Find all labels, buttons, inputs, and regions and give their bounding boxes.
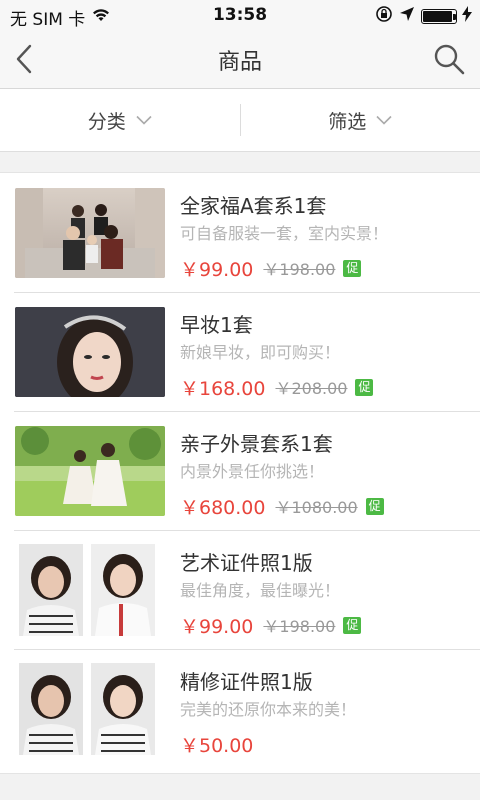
id-photo <box>91 544 155 636</box>
product-old-price: ￥1080.00 <box>275 498 358 517</box>
product-desc: 内景外景任你挑选！ <box>180 462 325 481</box>
product-image-outdoor <box>15 426 165 516</box>
status-right <box>375 5 472 28</box>
product-info: 早妆1套 新娘早妆，即可购买！ ￥168.00 ￥208.00 促 <box>180 312 472 400</box>
product-price: ￥99.00 <box>180 615 254 638</box>
product-title: 艺术证件照1版 <box>180 551 313 575</box>
price-row: ￥99.00 ￥198.00 促 <box>180 255 472 281</box>
promo-badge: 促 <box>343 616 362 634</box>
product-item[interactable]: 早妆1套 新娘早妆，即可购买！ ￥168.00 ￥208.00 促 <box>0 292 480 411</box>
product-price: ￥680.00 <box>180 496 266 519</box>
price-row: ￥50.00 <box>180 731 472 757</box>
category-filter-label: 分类 <box>87 110 126 133</box>
location-arrow-icon <box>399 6 415 27</box>
product-item[interactable]: 亲子外景套系1套 内景外景任你挑选！ ￥680.00 ￥1080.00 促 <box>0 411 480 530</box>
product-desc: 最佳角度，最佳曝光！ <box>180 581 341 600</box>
price-row: ￥99.00 ￥198.00 促 <box>180 612 472 638</box>
product-item[interactable]: 艺术证件照1版 最佳角度，最佳曝光！ ￥99.00 ￥198.00 促 <box>0 530 480 649</box>
screen-filter-label: 筛选 <box>328 110 367 133</box>
product-title: 早妆1套 <box>180 313 253 337</box>
battery-fill <box>423 11 452 22</box>
product-item[interactable]: 精修证件照1版 完美的还原你本来的美！ ￥50.00 <box>0 649 480 768</box>
chevron-down-icon <box>376 115 392 125</box>
product-image-id-retouch <box>19 663 159 755</box>
id-photo <box>91 663 155 755</box>
id-photo <box>19 663 83 755</box>
product-price: ￥50.00 <box>180 734 254 757</box>
product-item[interactable]: 全家福A套系1套 可自备服装一套，室内实景！ ￥99.00 ￥198.00 促 <box>0 173 480 292</box>
product-info: 全家福A套系1套 可自备服装一套，室内实景！ ￥99.00 ￥198.00 促 <box>180 193 472 281</box>
product-desc: 完美的还原你本来的美！ <box>180 700 357 719</box>
product-old-price: ￥198.00 <box>263 617 336 636</box>
product-price: ￥99.00 <box>180 258 254 281</box>
id-photo <box>19 544 83 636</box>
product-image-id-art <box>19 544 159 636</box>
product-info: 亲子外景套系1套 内景外景任你挑选！ ￥680.00 ￥1080.00 促 <box>180 431 472 519</box>
product-info: 艺术证件照1版 最佳角度，最佳曝光！ ￥99.00 ￥198.00 促 <box>180 550 472 638</box>
rotation-lock-icon <box>375 5 393 28</box>
product-image-makeup <box>15 307 165 397</box>
product-title: 亲子外景套系1套 <box>180 432 333 456</box>
category-filter[interactable]: 分类 <box>0 89 240 151</box>
status-bar: 无 SIM 卡 13:58 <box>0 0 480 30</box>
product-desc: 新娘早妆，即可购买！ <box>180 343 341 362</box>
filter-bar: 分类 筛选 <box>0 89 480 152</box>
promo-badge: 促 <box>365 497 384 515</box>
battery-icon <box>421 9 457 24</box>
product-list: 全家福A套系1套 可自备服装一套，室内实景！ ￥99.00 ￥198.00 促 <box>0 172 480 774</box>
search-button[interactable] <box>432 42 466 76</box>
promo-badge: 促 <box>355 378 374 396</box>
product-info: 精修证件照1版 完美的还原你本来的美！ ￥50.00 <box>180 669 472 757</box>
product-image-family <box>15 188 165 278</box>
product-price: ￥168.00 <box>180 377 266 400</box>
screen-filter[interactable]: 筛选 <box>241 89 480 151</box>
nav-bar: 商品 <box>0 30 480 89</box>
product-old-price: ￥198.00 <box>263 260 336 279</box>
product-title: 精修证件照1版 <box>180 670 313 694</box>
chevron-down-icon <box>136 115 152 125</box>
price-row: ￥168.00 ￥208.00 促 <box>180 374 472 400</box>
product-title: 全家福A套系1套 <box>180 194 327 218</box>
page-title: 商品 <box>217 50 262 75</box>
search-icon <box>434 44 465 75</box>
charging-bolt-icon <box>462 6 472 27</box>
product-old-price: ￥208.00 <box>275 379 348 398</box>
promo-badge: 促 <box>343 259 362 277</box>
price-row: ￥680.00 ￥1080.00 促 <box>180 493 472 519</box>
product-desc: 可自备服装一套，室内实景！ <box>180 224 389 243</box>
